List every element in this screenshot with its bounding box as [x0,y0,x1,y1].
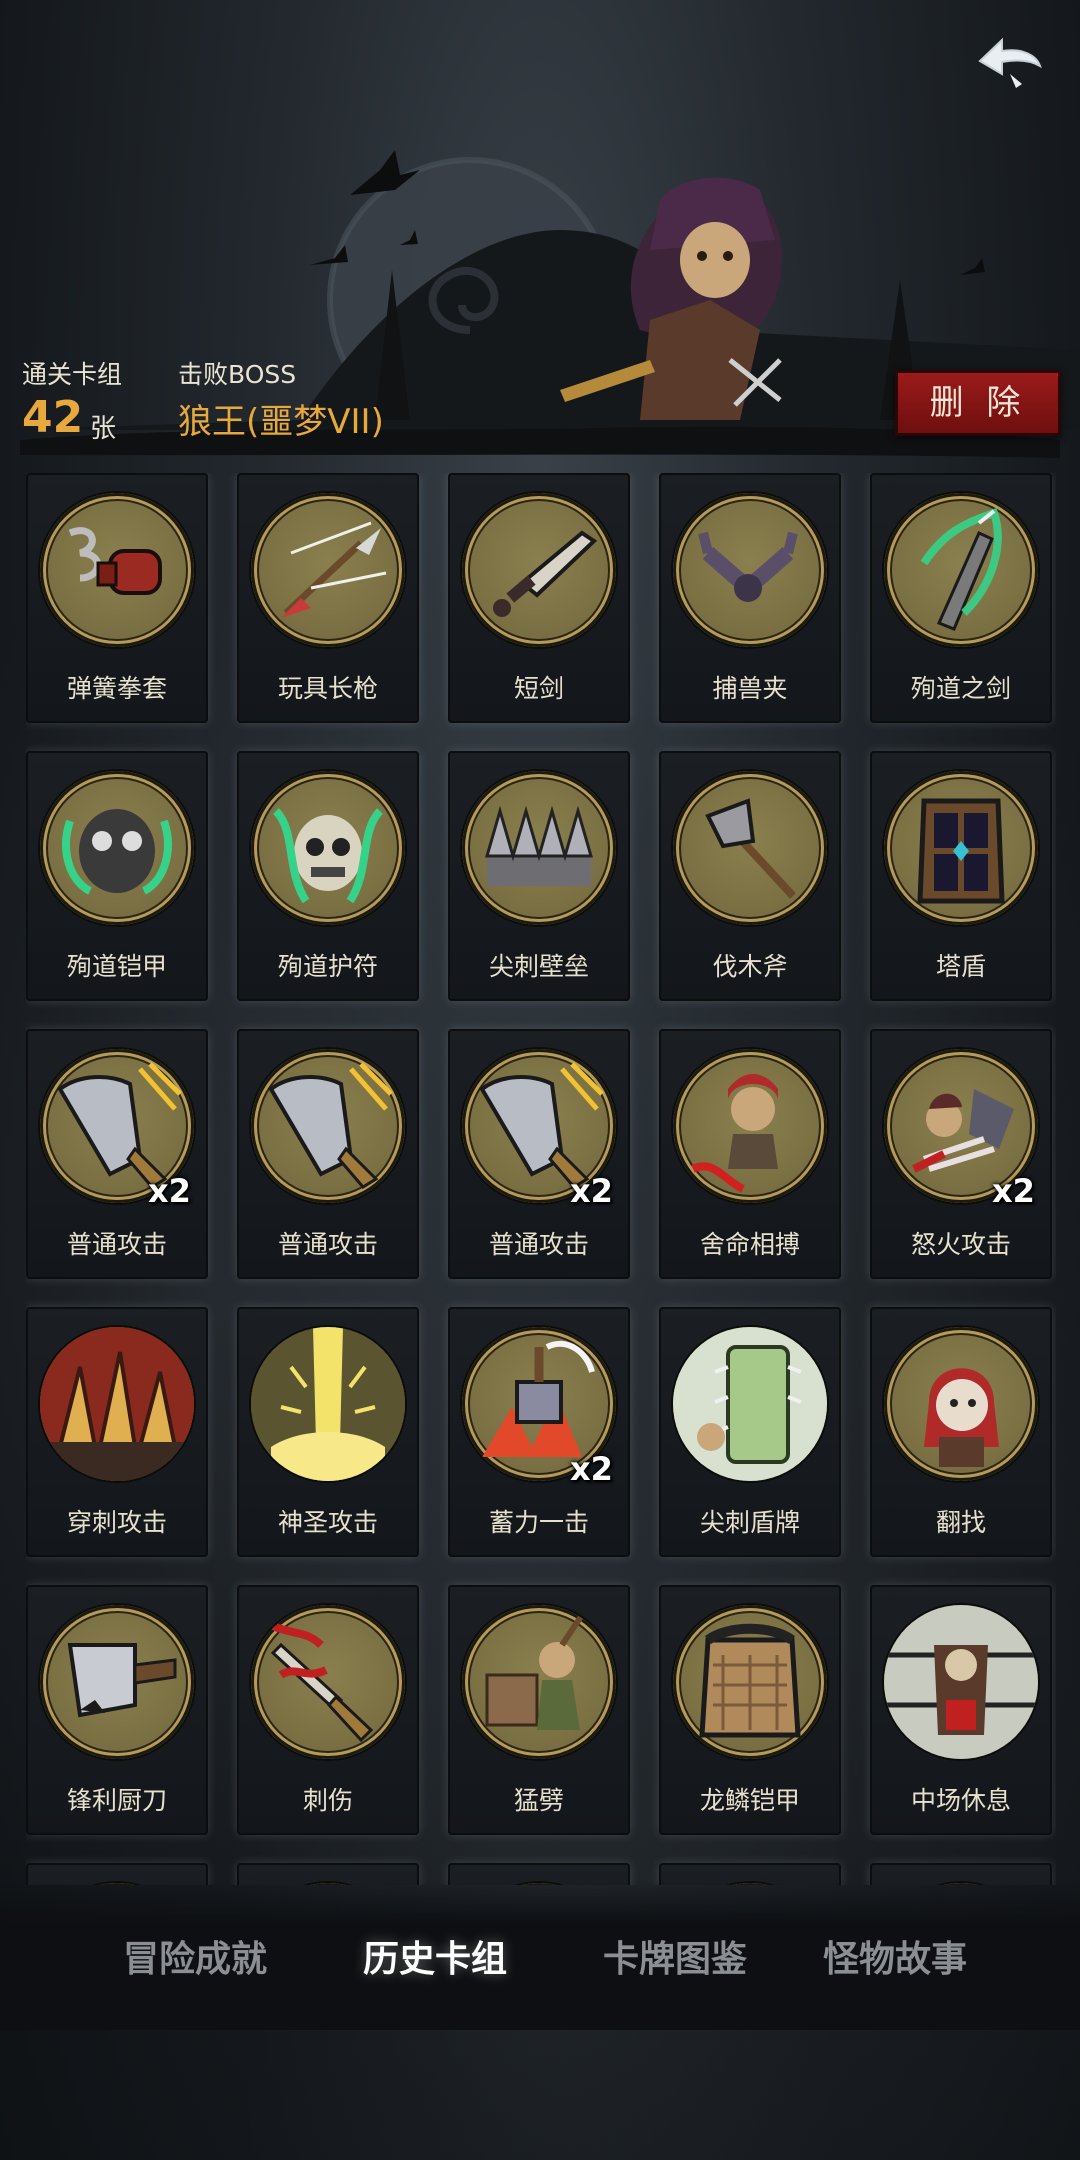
short-sword-icon [462,493,616,647]
card-name: 玩具长枪 [277,674,378,703]
deck-card[interactable]: 龙鳞铠甲 [659,1585,841,1835]
deck-card[interactable]: 短剑 [448,473,630,723]
card-name: 塔盾 [935,952,986,981]
card-name: 中场休息 [910,1786,1011,1815]
deck-card[interactable]: 神圣攻击 [237,1307,419,1557]
martyr-armor-icon [40,771,194,925]
boss-name: 狼王(噩梦VII) [178,402,384,442]
card-name: 龙鳞铠甲 [699,1786,800,1815]
heavy-chop-icon [462,1605,616,1759]
delete-button[interactable]: 删 除 [895,370,1061,436]
deck-card[interactable]: x2 普通攻击 [26,1029,208,1279]
intermission-icon [884,1605,1038,1759]
deck-card[interactable]: 普通攻击 [237,1029,419,1279]
header-scene: 通关卡组 42 张 击败BOSS 狼王(噩梦VII) 删 除 [0,0,1080,470]
tower-shield-icon [884,771,1038,925]
spike-shield-icon [673,1327,827,1481]
spike-wall-icon [462,771,616,925]
cleared-deck-count: 42 [22,392,84,443]
card-name: 锋利厨刀 [66,1786,167,1815]
deck-card[interactable]: 刺伤 [237,1585,419,1835]
deck-card[interactable]: 猛劈 [448,1585,630,1835]
card-count-badge: x2 [992,1172,1035,1210]
card-name: 普通攻击 [277,1230,378,1259]
deck-card[interactable]: 舍命相搏 [659,1029,841,1279]
card-name: 翻找 [935,1508,986,1537]
deck-card[interactable]: 穿刺攻击 [26,1307,208,1557]
spring-glove-icon [40,493,194,647]
card-name: 怒火攻击 [910,1230,1011,1259]
card-name: 普通攻击 [488,1230,589,1259]
card-name: 舍命相搏 [699,1230,800,1259]
deck-card[interactable]: 殉道铠甲 [26,751,208,1001]
pierce-attack-icon [40,1327,194,1481]
card-name: 普通攻击 [66,1230,167,1259]
stab-icon [251,1605,405,1759]
deck-card[interactable]: x2 普通攻击 [448,1029,630,1279]
bear-trap-icon [673,493,827,647]
back-arrow-icon [978,37,1042,88]
toy-spear-icon [251,493,405,647]
deck-card[interactable]: 殉道之剑 [870,473,1052,723]
card-name: 殉道铠甲 [66,952,167,981]
dragon-scale-armor-icon [673,1605,827,1759]
deck-card[interactable]: x2 蓄力一击 [448,1307,630,1557]
deck-card[interactable]: 尖刺壁垒 [448,751,630,1001]
card-name: 神圣攻击 [277,1508,378,1537]
card-count-badge: x2 [570,1450,613,1488]
tab-monster-stories[interactable]: 怪物故事 [790,1932,1000,1988]
card-grid[interactable]: 弹簧拳套 玩具长枪 短剑 捕兽夹 殉道之剑殉道铠甲 殉道护符 尖刺壁垒 伐木斧 塔盾 x2 普通攻击… [26,473,1056,1885]
deck-card[interactable]: 殉道护符 [237,751,419,1001]
martyr-sword-icon [884,493,1038,647]
cleaver-icon [40,1605,194,1759]
deck-card[interactable]: 尖刺盾牌 [659,1307,841,1557]
tab-adventure-achievements[interactable]: 冒险成就 [100,1932,290,1988]
card-name: 蓄力一击 [488,1508,589,1537]
card-name: 弹簧拳套 [66,674,167,703]
tab-history-decks[interactable]: 历史卡组 [330,1932,540,1988]
tab-card-catalog[interactable]: 卡牌图鉴 [580,1932,770,1988]
card-name: 殉道之剑 [910,674,1011,703]
deck-card[interactable]: 弹簧拳套 [26,473,208,723]
deck-card[interactable]: x2 怒火攻击 [870,1029,1052,1279]
axe-icon [673,771,827,925]
desperate-fight-icon [673,1049,827,1203]
boss-label: 击败BOSS [178,360,297,389]
card-name: 尖刺壁垒 [488,952,589,981]
card-count-badge: x2 [570,1172,613,1210]
holy-attack-icon [251,1327,405,1481]
card-name: 伐木斧 [712,952,788,981]
bottom-tab-bar: 冒险成就 历史卡组 卡牌图鉴 怪物故事 [0,1880,1080,2030]
search-girl-icon [884,1327,1038,1481]
cleared-deck-label: 通关卡组 [22,360,123,389]
deck-card[interactable]: 塔盾 [870,751,1052,1001]
card-name: 猛劈 [513,1786,564,1815]
deck-card[interactable]: 捕兽夹 [659,473,841,723]
deck-card[interactable]: 翻找 [870,1307,1052,1557]
martyr-amulet-icon [251,771,405,925]
deck-card[interactable]: 玩具长枪 [237,473,419,723]
deck-card[interactable]: 中场休息 [870,1585,1052,1835]
card-name: 尖刺盾牌 [699,1508,800,1537]
card-name: 短剑 [513,674,564,703]
sword-attack-icon [251,1049,405,1203]
card-name: 殉道护符 [277,952,378,981]
deck-card[interactable]: 锋利厨刀 [26,1585,208,1835]
deck-card[interactable]: 伐木斧 [659,751,841,1001]
cleared-deck-unit: 张 [90,414,117,444]
card-name: 刺伤 [302,1786,353,1815]
card-name: 穿刺攻击 [66,1508,167,1537]
card-name: 捕兽夹 [712,674,788,703]
card-count-badge: x2 [148,1172,191,1210]
back-button[interactable] [970,26,1050,96]
